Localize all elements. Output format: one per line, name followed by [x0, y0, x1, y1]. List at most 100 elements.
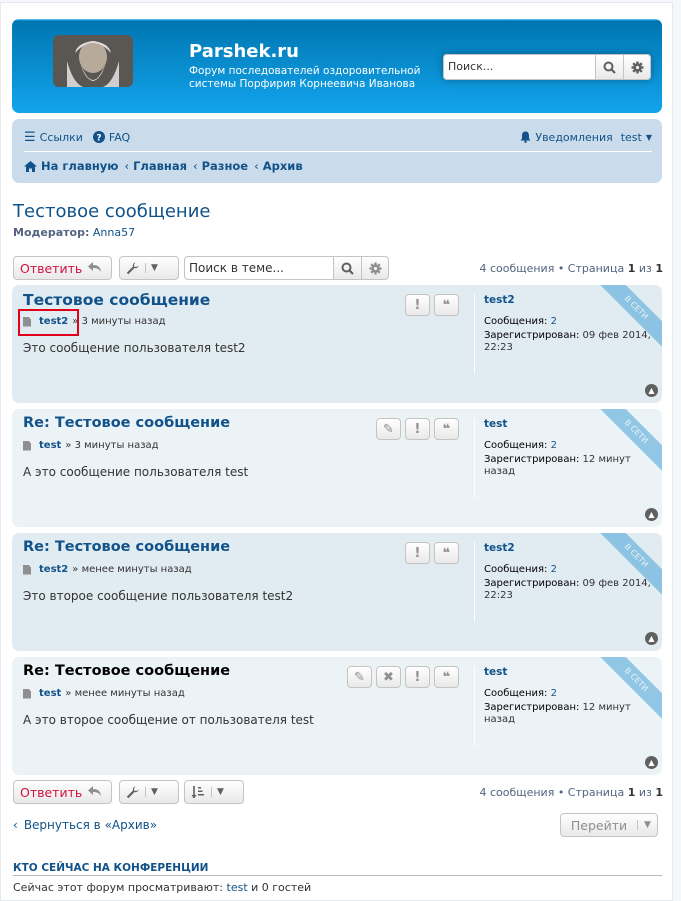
notifications-button[interactable]: Уведомления	[520, 130, 613, 144]
post-icon[interactable]	[23, 440, 31, 451]
quote-button[interactable]: ❝	[434, 294, 459, 316]
post: Re: Тестовое сообщение test » менее мину…	[12, 657, 662, 775]
quote-button[interactable]: ❝	[434, 666, 459, 688]
back-to-forum-link[interactable]: ‹ Вернуться в «Архив»	[13, 818, 157, 832]
user-menu[interactable]: test ▼	[621, 131, 652, 144]
caret-down-icon: ▼	[145, 263, 158, 273]
quote-button[interactable]: ❝	[434, 542, 459, 564]
post-icon[interactable]	[23, 564, 31, 575]
post-content: А это сообщение пользователя test	[23, 465, 249, 479]
moderator-link[interactable]: Anna57	[93, 226, 135, 239]
post-buttons: ! ❝	[405, 542, 459, 564]
header-search-button[interactable]	[596, 54, 624, 80]
header-bar: Parshek.ru Форум последователей оздорови…	[12, 19, 662, 113]
post-content: Это сообщение пользователя test2	[23, 341, 246, 355]
sort-button[interactable]: ▼	[184, 780, 244, 804]
reply-arrow-icon	[88, 261, 102, 276]
post-time: » менее минуты назад	[72, 564, 192, 575]
pagination-info: 4 сообщения • Страница 1 из 1	[479, 262, 663, 275]
site-title[interactable]: Parshek.ru	[189, 41, 299, 62]
page-wrap: Parshek.ru Форум последователей оздорови…	[0, 2, 673, 901]
exclamation-icon: !	[414, 669, 421, 685]
faq-label: FAQ	[108, 130, 131, 144]
exclamation-icon: !	[414, 297, 421, 313]
page-of: из	[635, 262, 656, 275]
moderator-line: Модератор: Anna57	[13, 226, 135, 239]
caret-down-icon: ▼	[645, 132, 652, 142]
quote-icon: ❝	[442, 545, 451, 561]
report-button[interactable]: !	[405, 666, 430, 688]
post-icon[interactable]	[23, 688, 31, 699]
edit-button[interactable]: ✎	[376, 418, 401, 440]
edit-button[interactable]: ✎	[347, 666, 372, 688]
wrench-icon	[126, 262, 139, 274]
page-total: 1	[655, 786, 663, 799]
page-of: из	[635, 786, 656, 799]
post-title[interactable]: Re: Тестовое сообщение	[23, 539, 230, 555]
reply-button[interactable]: Ответить	[13, 780, 112, 804]
topic-tools-button[interactable]: ▼	[119, 256, 179, 280]
topic-search-input[interactable]: Поиск в теме...	[184, 256, 334, 280]
topic-search-button[interactable]	[334, 256, 362, 280]
bell-icon	[520, 131, 531, 143]
quote-icon: ❝	[442, 421, 451, 437]
post-title[interactable]: Re: Тестовое сообщение	[23, 663, 230, 679]
report-button[interactable]: !	[405, 294, 430, 316]
post-meta: test2 » менее минуты назад	[23, 564, 192, 575]
reply-button[interactable]: Ответить	[13, 256, 112, 280]
post-buttons: ! ❝	[405, 294, 459, 316]
exclamation-icon: !	[414, 421, 421, 437]
posts-count[interactable]: 2	[551, 688, 557, 699]
jump-to-button[interactable]: Перейти ▼	[560, 813, 658, 837]
faq-link[interactable]: ? FAQ	[92, 130, 131, 144]
quote-icon: ❝	[442, 297, 451, 313]
back-to-top-icon[interactable]: ▲	[645, 632, 658, 645]
online-user-link[interactable]: test	[227, 881, 248, 894]
jump-label: Перейти	[570, 817, 628, 833]
delete-button[interactable]: ✖	[376, 666, 401, 688]
back-label: Вернуться в «Архив»	[23, 818, 158, 832]
quote-icon: ❝	[442, 669, 451, 685]
posts-count[interactable]: 2	[551, 316, 557, 327]
post-title[interactable]: Re: Тестовое сообщение	[23, 415, 230, 431]
topic-tools-button[interactable]: ▼	[119, 780, 179, 804]
chevron-left-icon: ‹	[192, 159, 198, 173]
back-to-top-icon[interactable]: ▲	[645, 508, 658, 521]
report-button[interactable]: !	[405, 542, 430, 564]
quick-links-label: Ссылки	[39, 130, 83, 144]
question-icon: ?	[92, 131, 105, 143]
post-author[interactable]: test	[39, 440, 61, 451]
post-author[interactable]: test2	[39, 564, 68, 575]
report-button[interactable]: !	[405, 418, 430, 440]
header-search-input[interactable]: Поиск...	[443, 54, 596, 80]
page-total: 1	[655, 262, 663, 275]
posts-count[interactable]: 2	[551, 564, 557, 575]
post: Re: Тестовое сообщение test2 » менее мин…	[12, 533, 662, 651]
topic-search: Поиск в теме...	[184, 256, 394, 280]
quote-button[interactable]: ❝	[434, 418, 459, 440]
gear-icon	[631, 61, 643, 73]
topic-title[interactable]: Тестовое сообщение	[13, 201, 210, 222]
notifications-label: Уведомления	[535, 130, 613, 144]
registered-label: Зарегистрирован:	[484, 702, 580, 713]
post-title[interactable]: Тестовое сообщение	[23, 291, 210, 309]
post-author[interactable]: test	[39, 688, 61, 699]
back-to-top-icon[interactable]: ▲	[645, 756, 658, 769]
quick-links[interactable]: ☰ Ссылки	[24, 130, 83, 145]
post-count: 4 сообщения • Страница	[479, 786, 628, 799]
posts-count[interactable]: 2	[551, 440, 557, 451]
back-to-top-icon[interactable]: ▲	[645, 384, 658, 397]
crumb-home[interactable]: На главную	[41, 159, 118, 173]
who-is-online-heading[interactable]: КТО СЕЙЧАС НА КОНФЕРЕНЦИИ	[13, 862, 208, 874]
crumb-misc[interactable]: Разное	[202, 159, 249, 173]
post: Тестовое сообщение test2 » 3 минуты наза…	[12, 285, 662, 403]
exclamation-icon: !	[414, 545, 421, 561]
breadcrumb: На главную ‹ Главная ‹ Разное ‹ Архив	[24, 159, 303, 173]
moderator-label: Модератор:	[13, 226, 90, 239]
advanced-search-button[interactable]	[624, 54, 651, 80]
site-logo[interactable]	[53, 35, 133, 87]
close-icon: ✖	[383, 669, 394, 685]
crumb-archive[interactable]: Архив	[263, 159, 303, 173]
crumb-main[interactable]: Главная	[133, 159, 187, 173]
topic-advanced-search-button[interactable]	[362, 256, 389, 280]
